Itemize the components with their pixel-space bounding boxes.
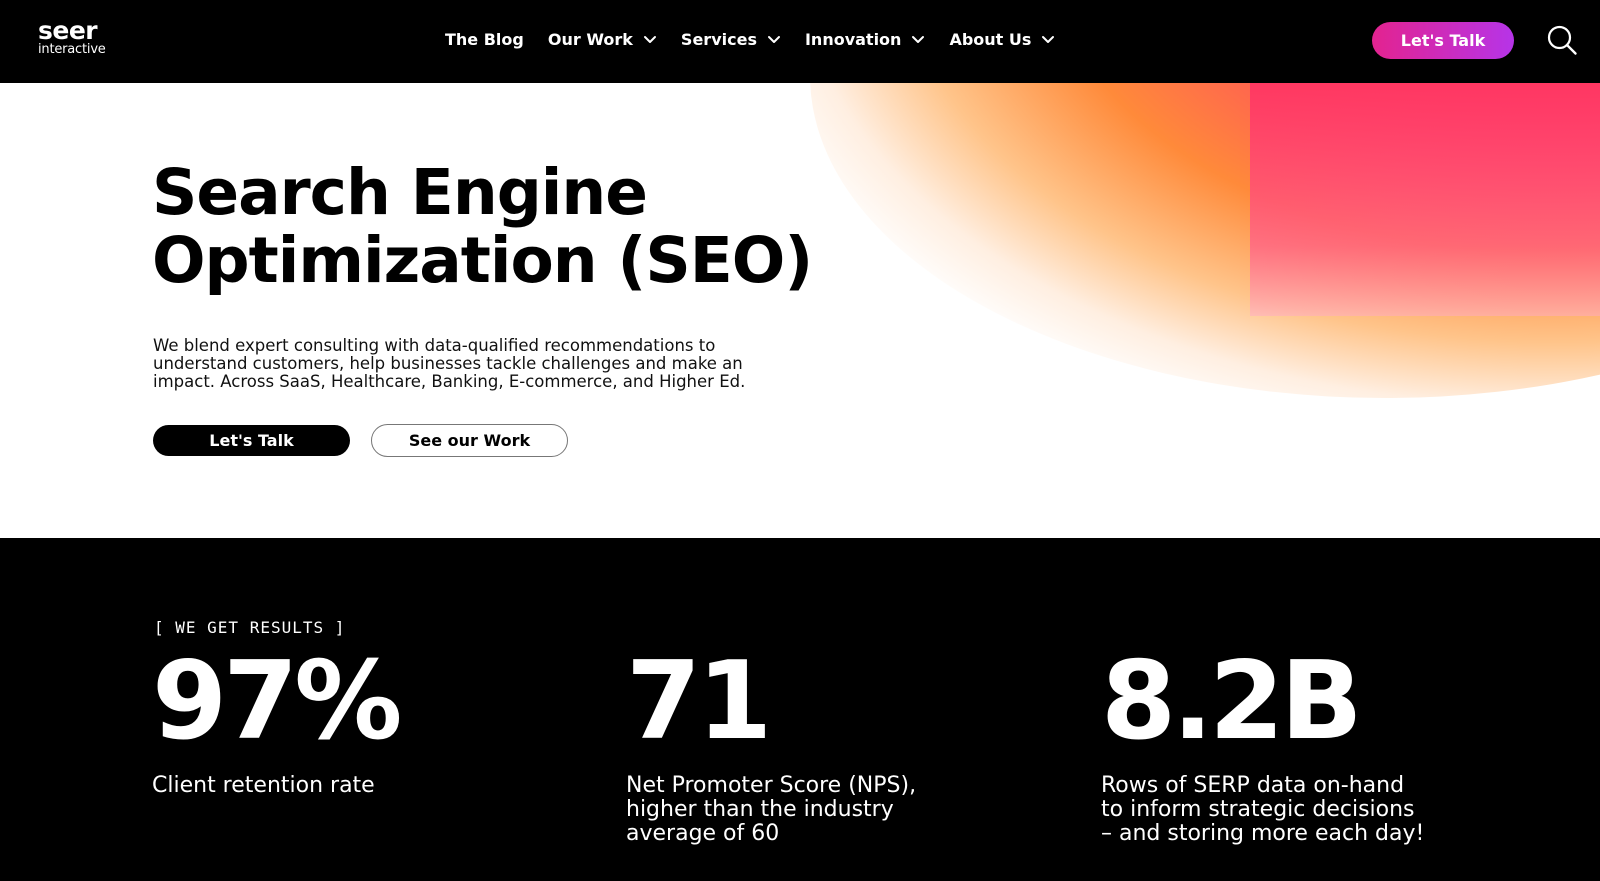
logo-wordmark: seer	[38, 16, 98, 45]
stat-value: 97%	[152, 639, 403, 764]
results-section: [ WE GET RESULTS ] 97% Client retention …	[0, 538, 1600, 881]
stat-label: Net Promoter Score (NPS), higher than th…	[626, 773, 917, 846]
nav-item-services[interactable]: Services	[681, 30, 781, 49]
hero-section: Search Engine Optimization (SEO) We blen…	[0, 83, 1600, 538]
nav-item-our-work[interactable]: Our Work	[548, 30, 657, 49]
chevron-down-icon	[767, 32, 781, 46]
see-our-work-button[interactable]: See our Work	[371, 424, 568, 457]
seer-logo[interactable]: seer interactive	[38, 18, 106, 57]
hero-gradient-edge	[1250, 83, 1600, 316]
top-nav: seer interactive The Blog Our Work Servi…	[0, 0, 1600, 83]
nav-item-blog[interactable]: The Blog	[445, 30, 524, 49]
stat-label: Rows of SERP data on-hand to inform stra…	[1101, 773, 1425, 846]
nav-item-label: Services	[680, 29, 757, 49]
search-icon[interactable]	[1546, 24, 1578, 56]
nav-item-label: Innovation	[804, 29, 902, 49]
nav-item-label: About Us	[949, 29, 1032, 49]
stat-value: 71	[626, 639, 772, 764]
nav-item-about-us[interactable]: About Us	[949, 30, 1055, 49]
results-eyebrow: [ WE GET RESULTS ]	[154, 618, 346, 637]
logo-subtext: interactive	[38, 42, 106, 57]
chevron-down-icon	[643, 32, 657, 46]
nav-item-innovation[interactable]: Innovation	[805, 30, 925, 49]
page-title-line-2: Optimization (SEO)	[152, 224, 813, 297]
lets-talk-nav-button[interactable]: Let's Talk	[1372, 22, 1514, 59]
stat-value: 8.2B	[1101, 639, 1363, 764]
page-title-line-1: Search Engine	[152, 156, 648, 229]
chevron-down-icon	[1041, 32, 1055, 46]
hero-description: We blend expert consulting with data-qua…	[153, 336, 746, 391]
stat-serp-data: 8.2B Rows of SERP data on-hand to inform…	[1101, 648, 1441, 846]
stat-label: Client retention rate	[152, 773, 375, 798]
lets-talk-button[interactable]: Let's Talk	[153, 425, 350, 456]
main-menu: The Blog Our Work Services Innovation Ab…	[445, 26, 1079, 52]
page-title: Search Engine Optimization (SEO)	[152, 159, 852, 295]
stat-nps: 71 Net Promoter Score (NPS), higher than…	[626, 648, 966, 846]
nav-item-label: The Blog	[445, 29, 524, 49]
chevron-down-icon	[911, 32, 925, 46]
stat-retention: 97% Client retention rate	[152, 648, 492, 798]
nav-item-label: Our Work	[547, 29, 633, 49]
